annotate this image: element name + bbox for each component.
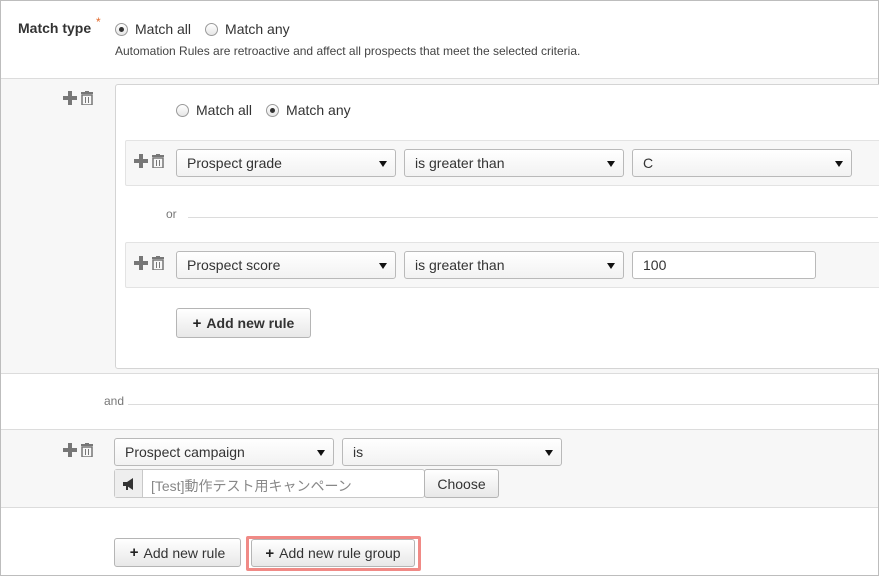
divider xyxy=(1,78,878,79)
group-match-all-radio[interactable] xyxy=(176,103,189,117)
trash-icon[interactable] xyxy=(80,443,94,458)
add-icon[interactable] xyxy=(63,443,77,457)
campaign-rule-controls xyxy=(63,443,94,458)
chevron-down-icon xyxy=(379,263,387,269)
chevron-down-icon xyxy=(317,450,325,456)
or-label: or xyxy=(166,207,177,221)
field-select-value: Prospect score xyxy=(187,257,281,273)
chevron-down-icon xyxy=(379,161,387,167)
add-icon[interactable] xyxy=(63,91,77,105)
required-mark: * xyxy=(96,15,101,29)
and-divider xyxy=(128,404,878,405)
megaphone-icon xyxy=(115,470,143,497)
group-match-all-label: Match all xyxy=(196,102,253,118)
match-any-radio[interactable] xyxy=(205,22,219,36)
group-controls xyxy=(63,91,94,106)
add-new-rule-button[interactable]: + Add new rule xyxy=(114,538,241,567)
campaign-field[interactable]: [Test]動作テスト用キャンペーン xyxy=(114,469,425,498)
value-select[interactable]: C xyxy=(632,149,852,177)
match-all-option[interactable]: Match all xyxy=(115,21,191,37)
match-any-label: Match any xyxy=(225,21,290,37)
help-text: Automation Rules are retroactive and aff… xyxy=(115,44,581,58)
match-any-option[interactable]: Match any xyxy=(205,21,290,37)
plus-icon: + xyxy=(192,314,202,332)
or-divider xyxy=(188,217,878,218)
divider xyxy=(1,507,878,508)
group-match-radios: Match all Match any xyxy=(176,102,365,118)
chevron-down-icon xyxy=(607,161,615,167)
and-label: and xyxy=(104,394,125,408)
divider xyxy=(1,429,878,430)
value-select-value: C xyxy=(643,155,654,171)
group-match-all-option[interactable]: Match all xyxy=(176,102,252,118)
score-value-text: 100 xyxy=(643,257,667,273)
rule-controls xyxy=(134,256,165,271)
add-rule-button[interactable]: + Add new rule xyxy=(176,308,311,338)
operator-select[interactable]: is greater than xyxy=(404,251,624,279)
choose-label: Choose xyxy=(437,475,486,492)
match-type-label: Match type xyxy=(18,20,92,36)
field-select[interactable]: Prospect grade xyxy=(176,149,396,177)
add-new-rule-label: Add new rule xyxy=(143,544,226,561)
campaign-field-value: Prospect campaign xyxy=(125,444,245,460)
chevron-down-icon xyxy=(545,450,553,456)
divider xyxy=(1,373,878,374)
operator-select-value: is greater than xyxy=(415,155,505,171)
choose-button[interactable]: Choose xyxy=(424,469,499,498)
match-all-label: Match all xyxy=(135,21,192,37)
match-type-radios: Match all Match any xyxy=(115,21,304,37)
field-select[interactable]: Prospect score xyxy=(176,251,396,279)
trash-icon[interactable] xyxy=(151,256,165,271)
add-icon[interactable] xyxy=(134,154,148,168)
trash-icon[interactable] xyxy=(151,154,165,169)
add-rule-label: Add new rule xyxy=(206,315,295,331)
campaign-operator-value: is xyxy=(353,444,364,460)
trash-icon[interactable] xyxy=(80,91,94,106)
plus-icon: + xyxy=(129,544,139,561)
match-all-radio[interactable] xyxy=(115,22,128,36)
group-match-any-radio[interactable] xyxy=(266,103,280,117)
rule-controls xyxy=(134,154,165,169)
chevron-down-icon xyxy=(607,263,615,269)
group-match-any-option[interactable]: Match any xyxy=(266,102,351,118)
chevron-down-icon xyxy=(835,161,843,167)
highlight-box xyxy=(246,536,421,571)
campaign-field-select[interactable]: Prospect campaign xyxy=(114,438,334,466)
field-select-value: Prospect grade xyxy=(187,155,282,171)
campaign-operator-select[interactable]: is xyxy=(342,438,562,466)
operator-select-value: is greater than xyxy=(415,257,505,273)
add-icon[interactable] xyxy=(134,256,148,270)
campaign-value: [Test]動作テスト用キャンペーン xyxy=(151,478,352,494)
score-value-input[interactable]: 100 xyxy=(632,251,816,279)
group-match-any-label: Match any xyxy=(286,102,351,118)
operator-select[interactable]: is greater than xyxy=(404,149,624,177)
